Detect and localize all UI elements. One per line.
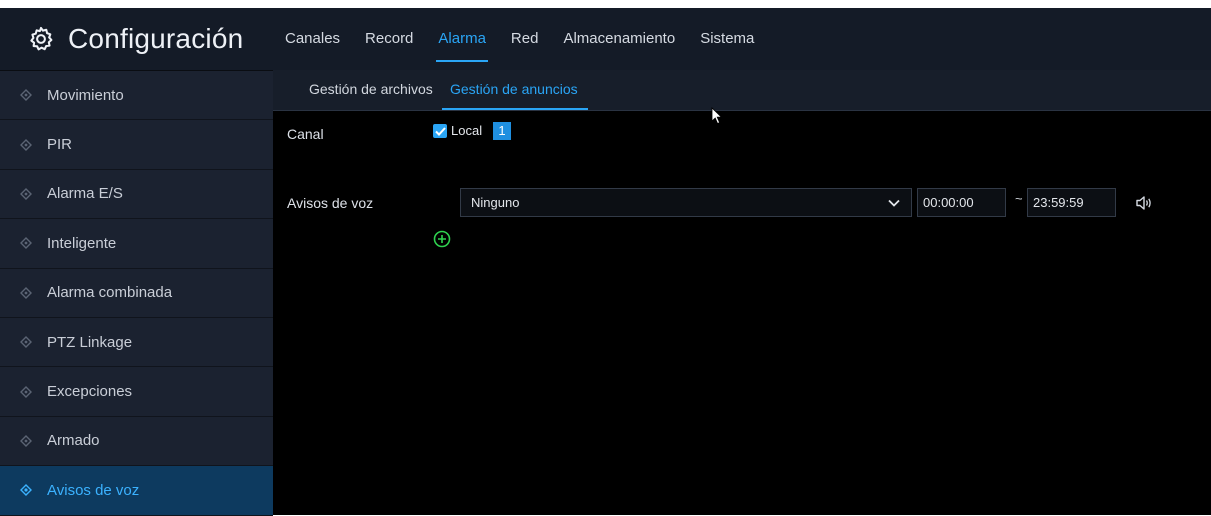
sidebar-item-label: Movimiento [47, 86, 124, 104]
diamond-icon [20, 336, 32, 349]
subtab-bar: Gestión de archivos Gestión de anuncios [273, 70, 1211, 111]
speaker-icon[interactable] [1135, 195, 1153, 211]
sidebar-item-label: Avisos de voz [47, 481, 140, 499]
sidebar-item-label: Alarma combinada [47, 284, 173, 302]
mouse-cursor-icon [711, 107, 723, 125]
app-window: Configuración Canales Record Alarma Red … [0, 8, 1211, 516]
diamond-icon [20, 89, 32, 102]
tab-alarma[interactable]: Alarma [436, 8, 488, 70]
page-title: Configuración [68, 23, 244, 54]
subtab-gestion-archivos[interactable]: Gestión de archivos [309, 70, 433, 110]
sidebar-item-label: Alarma E/S [47, 185, 123, 203]
sidebar-item-alarma-combinada[interactable]: Alarma combinada [0, 269, 273, 318]
sidebar-item-label: PTZ Linkage [47, 333, 133, 351]
add-circle-icon[interactable] [433, 230, 451, 248]
tab-canales[interactable]: Canales [285, 8, 340, 70]
sidebar-item-inteligente[interactable]: Inteligente [0, 219, 273, 269]
chevron-down-icon [887, 196, 901, 210]
tab-sistema[interactable]: Sistema [700, 8, 754, 70]
diamond-icon [20, 237, 32, 250]
main-content: Canal Local 1 Avisos de voz Ninguno 00:0… [273, 111, 1211, 515]
sidebar-item-alarma-es[interactable]: Alarma E/S [0, 170, 273, 220]
subtab-gestion-anuncios[interactable]: Gestión de anuncios [442, 70, 588, 110]
tab-record[interactable]: Record [365, 8, 413, 70]
end-time-input[interactable]: 23:59:59 [1027, 188, 1116, 217]
sidebar-item-label: Excepciones [47, 383, 133, 401]
local-checkbox[interactable] [433, 124, 447, 138]
diamond-icon [20, 138, 32, 151]
diamond-icon [20, 286, 32, 299]
top-header: Configuración Canales Record Alarma Red … [0, 8, 1211, 70]
tab-almacenamiento[interactable]: Almacenamiento [563, 8, 675, 70]
diamond-icon [20, 187, 32, 200]
sidebar-item-avisos-de-voz[interactable]: Avisos de voz [0, 466, 273, 516]
sidebar: Movimiento PIR Alarma E/S Inteligente Al… [0, 70, 273, 516]
brand: Configuración [0, 8, 273, 70]
sidebar-item-pir[interactable]: PIR [0, 120, 273, 170]
top-nav: Canales Record Alarma Red Almacenamiento… [272, 8, 766, 70]
sidebar-item-armado[interactable]: Armado [0, 417, 273, 467]
sidebar-item-ptz-linkage[interactable]: PTZ Linkage [0, 318, 273, 368]
time-range-separator: ~ [1015, 191, 1023, 206]
sidebar-item-movimiento[interactable]: Movimiento [0, 71, 273, 121]
sidebar-item-label: Armado [47, 432, 100, 450]
channel-1-button[interactable]: 1 [493, 122, 511, 140]
diamond-icon [20, 484, 32, 497]
tab-red[interactable]: Red [511, 8, 539, 70]
avisos-de-voz-label: Avisos de voz [287, 195, 374, 211]
gear-icon [28, 26, 54, 52]
voice-prompt-select[interactable]: Ninguno [460, 188, 912, 217]
select-value: Ninguno [471, 195, 520, 210]
start-time-input[interactable]: 00:00:00 [917, 188, 1006, 217]
local-label: Local [451, 123, 483, 138]
diamond-icon [20, 385, 32, 398]
diamond-icon [20, 434, 32, 447]
canal-label: Canal [287, 126, 324, 142]
sidebar-item-excepciones[interactable]: Excepciones [0, 367, 273, 417]
sidebar-item-label: PIR [47, 136, 73, 154]
sidebar-item-label: Inteligente [47, 234, 117, 252]
